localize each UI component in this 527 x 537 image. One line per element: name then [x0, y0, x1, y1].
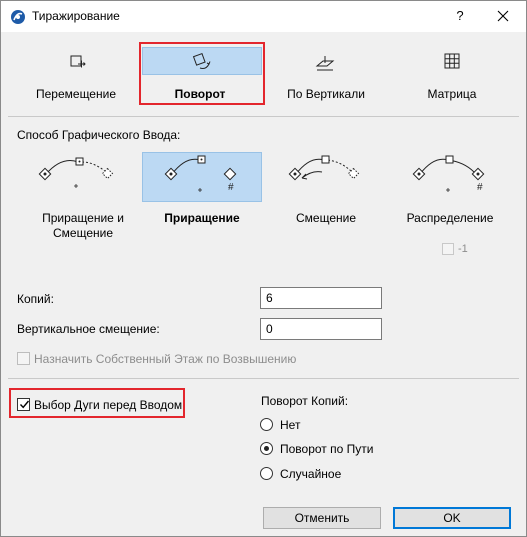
highlight-frame-rotate: [139, 42, 265, 105]
dialog-content: Перемещение Поворот По Вертикали Матрица…: [1, 32, 526, 536]
vertical-offset-label: Вертикальное смещение:: [17, 322, 160, 336]
rotation-none-label: Нет: [280, 418, 301, 432]
rotation-path-label: Поворот по Пути: [280, 442, 374, 456]
divider: [8, 378, 519, 379]
method-label: Смещение: [295, 211, 356, 225]
method-label: Приращение: [164, 211, 240, 225]
cancel-button[interactable]: Отменить: [263, 507, 381, 529]
minus-one-checkbox[interactable]: [442, 243, 454, 255]
assign-floor-label: Назначить Собственный Этаж по Возвышению: [34, 352, 297, 366]
assign-floor-checkbox[interactable]: [17, 352, 30, 365]
minus-one-label: -1: [458, 243, 468, 255]
rotation-random-radio[interactable]: [260, 467, 273, 480]
vertical-offset-input[interactable]: 0: [260, 318, 382, 340]
window-title: Тиражирование: [32, 9, 120, 23]
mode-matrix[interactable]: Матрица: [391, 44, 513, 104]
mode-label: Матрица: [427, 87, 477, 101]
rotation-random-label: Случайное: [280, 467, 342, 481]
matrix-icon: [444, 53, 460, 69]
copies-input[interactable]: 6: [260, 287, 382, 309]
rotation-heading: Поворот Копий:: [261, 394, 349, 408]
method-increment[interactable]: # Приращение: [142, 152, 262, 242]
method-offset[interactable]: Смещение: [266, 152, 386, 242]
rotation-none-radio[interactable]: [260, 418, 273, 431]
move-icon: [70, 55, 86, 68]
input-method-heading: Способ Графического Ввода:: [17, 128, 181, 142]
ok-button[interactable]: OK: [393, 507, 511, 529]
method-label: Приращение и Смещение: [42, 211, 124, 240]
method-distribution[interactable]: # Распределение: [390, 152, 510, 242]
highlight-frame-arc: [9, 388, 185, 418]
offset-icon: [288, 155, 360, 181]
method-increment-offset[interactable]: Приращение и Смещение: [22, 152, 142, 242]
increment-icon: #: [164, 155, 237, 193]
vertical-icon: [315, 56, 335, 71]
app-icon: [11, 10, 25, 24]
svg-text:#: #: [228, 182, 234, 193]
mode-vertical[interactable]: По Вертикали: [265, 44, 387, 104]
mode-move[interactable]: Перемещение: [15, 44, 137, 104]
copies-label: Копий:: [17, 292, 54, 306]
copy-dialog: Тиражирование ? Перемещение Поворот По В…: [0, 0, 527, 537]
method-label: Распределение: [406, 211, 494, 225]
help-button[interactable]: ?: [448, 5, 472, 27]
svg-text:#: #: [477, 182, 483, 193]
title-bar: Тиражирование ?: [1, 1, 526, 32]
mode-label: Перемещение: [36, 87, 116, 101]
increment-offset-icon: [38, 157, 114, 188]
close-icon[interactable]: [489, 5, 517, 27]
rotation-path-radio[interactable]: [260, 442, 273, 455]
divider: [8, 116, 519, 117]
mode-label: По Вертикали: [287, 87, 365, 101]
distribution-icon: #: [412, 155, 485, 193]
